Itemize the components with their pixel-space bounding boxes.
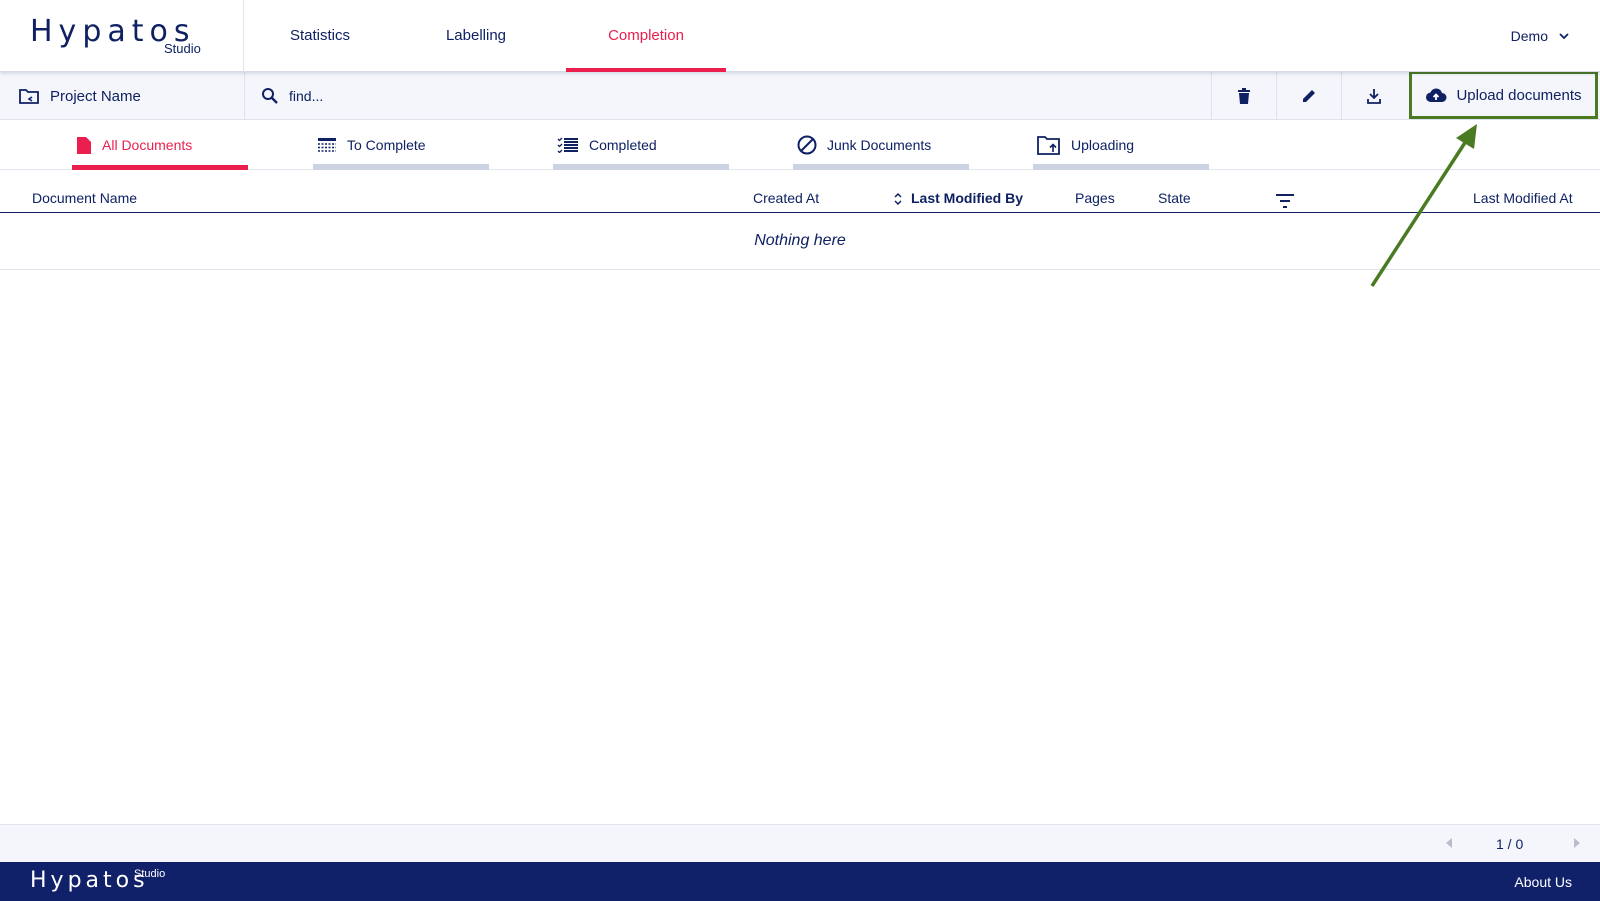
logo[interactable]: Hypatos Studio — [0, 0, 244, 72]
edit-button[interactable] — [1276, 72, 1341, 120]
tab-indicator — [72, 165, 248, 170]
column-created-at[interactable]: Created At — [753, 183, 819, 213]
sort-icon[interactable] — [893, 183, 903, 213]
user-name: Demo — [1510, 28, 1548, 44]
pencil-icon — [1303, 90, 1315, 102]
tab-to-complete-label: To Complete — [347, 137, 426, 153]
tab-indicator — [1033, 164, 1209, 170]
document-icon — [77, 136, 91, 154]
block-icon — [797, 135, 817, 155]
about-us-link[interactable]: About Us — [1514, 862, 1572, 901]
column-document-name[interactable]: Document Name — [32, 183, 137, 213]
column-state[interactable]: State — [1158, 183, 1191, 213]
nav-tab-statistics[interactable]: Statistics — [240, 0, 400, 72]
chevron-down-icon — [1559, 33, 1569, 40]
nav-tab-completion[interactable]: Completion — [566, 0, 726, 72]
checklist-icon — [557, 137, 578, 153]
logo-subtext: Studio — [164, 41, 201, 56]
delete-button[interactable] — [1211, 72, 1276, 120]
folder-icon — [19, 89, 39, 104]
trash-icon — [1238, 88, 1250, 104]
table-header: Document Name Created At Last Modified B… — [0, 183, 1600, 213]
footer-logo-text: Hypatos — [30, 868, 149, 893]
document-tabs: All Documents To Complete Completed Junk… — [0, 120, 1600, 170]
tab-all-documents[interactable]: All Documents — [72, 120, 248, 170]
search-icon — [262, 88, 278, 104]
sort-arrows-icon — [894, 193, 902, 206]
tab-indicator — [313, 164, 489, 170]
download-icon — [1367, 89, 1381, 104]
tab-junk-documents-label: Junk Documents — [827, 137, 932, 153]
tab-to-complete[interactable]: To Complete — [313, 120, 489, 170]
previous-page-icon[interactable] — [1445, 837, 1453, 849]
tab-junk-documents[interactable]: Junk Documents — [793, 120, 969, 170]
tab-indicator — [553, 164, 729, 170]
tab-uploading[interactable]: Uploading — [1033, 120, 1209, 170]
table-icon — [318, 138, 336, 152]
column-last-modified-by[interactable]: Last Modified By — [911, 183, 1023, 213]
cloud-upload-icon — [1426, 88, 1447, 103]
pagination-bar: 1 / 0 — [0, 824, 1600, 862]
column-pages[interactable]: Pages — [1075, 183, 1115, 213]
nav-tab-labelling[interactable]: Labelling — [396, 0, 556, 72]
tab-completed[interactable]: Completed — [553, 120, 729, 170]
tab-uploading-label: Uploading — [1071, 137, 1135, 153]
tab-completed-label: Completed — [589, 137, 657, 153]
folder-upload-icon — [1037, 136, 1060, 155]
page-indicator: 1 / 0 — [1496, 836, 1524, 852]
footer: Hypatos Studio About Us — [0, 862, 1600, 901]
search-bar — [245, 72, 1211, 120]
toolbar: Project Name Upload documents — [0, 71, 1600, 120]
filter-icon — [1276, 194, 1294, 208]
project-name: Project Name — [50, 87, 141, 105]
empty-state-message: Nothing here — [0, 213, 1600, 270]
column-last-modified-at[interactable]: Last Modified At — [1473, 183, 1573, 213]
user-menu[interactable]: Demo — [1511, 0, 1570, 72]
tab-all-documents-label: All Documents — [102, 137, 193, 153]
next-page-icon[interactable] — [1573, 837, 1581, 849]
upload-documents-label: Upload documents — [1456, 86, 1582, 104]
tab-indicator — [793, 164, 969, 170]
search-input[interactable] — [289, 88, 989, 104]
footer-logo-subtext: Studio — [134, 868, 166, 880]
top-bar: Hypatos Studio Statistics Labelling Comp… — [0, 0, 1600, 72]
upload-documents-button[interactable]: Upload documents — [1409, 71, 1598, 119]
project-selector[interactable]: Project Name — [0, 72, 245, 120]
download-button[interactable] — [1341, 72, 1406, 120]
